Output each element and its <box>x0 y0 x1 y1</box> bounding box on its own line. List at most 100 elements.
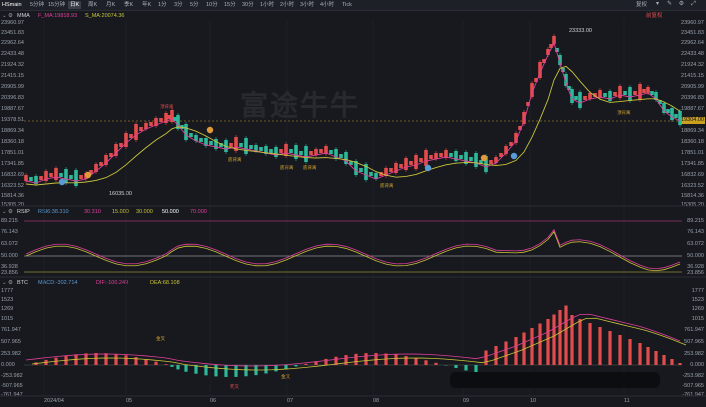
candle-body <box>274 147 278 157</box>
candle-body <box>69 175 73 179</box>
macd-histogram-bar <box>570 315 574 365</box>
candle-body <box>299 151 303 155</box>
macd-histogram-bar <box>404 356 408 365</box>
candle-body <box>666 109 670 113</box>
candle-body <box>249 145 253 149</box>
macd-histogram-bar <box>114 353 118 365</box>
candle-body <box>24 175 28 181</box>
macd-histogram-bar <box>414 357 418 365</box>
rsi-line <box>25 230 681 272</box>
signal-marker <box>424 164 432 172</box>
candle-body <box>74 170 78 186</box>
candle-body <box>642 89 646 93</box>
candle-body <box>54 168 58 180</box>
candle-body <box>399 164 403 168</box>
macd-histogram-bar <box>494 346 498 365</box>
macd-histogram-bar <box>104 353 108 365</box>
macd-histogram-bar <box>264 365 268 374</box>
candle-body <box>149 122 153 126</box>
candle-body <box>429 155 433 159</box>
candle-body <box>259 147 263 151</box>
candle-body <box>29 177 33 181</box>
macd-histogram-bar <box>184 365 188 372</box>
signal-marker <box>480 154 488 162</box>
candle-body <box>99 162 103 166</box>
candle-body <box>638 84 642 100</box>
candle-body <box>314 149 318 155</box>
macd-histogram-bar <box>558 310 562 365</box>
candle-body <box>59 173 63 177</box>
candle-body <box>209 141 213 145</box>
candle-body <box>618 86 622 98</box>
candle-body <box>244 138 248 154</box>
macd-histogram-bar <box>170 365 174 367</box>
candle-body <box>670 108 674 120</box>
candle-body <box>678 111 682 125</box>
candle-body <box>419 158 423 162</box>
macd-histogram-bar <box>284 365 288 370</box>
candle-body <box>319 149 323 153</box>
candle-body <box>583 96 587 100</box>
redacted-area <box>450 372 660 388</box>
macd-histogram-bar <box>304 363 308 365</box>
macd-histogram-bar <box>144 359 148 365</box>
candle-body <box>129 134 133 138</box>
macd-histogram-bar <box>662 355 666 365</box>
candle-body <box>239 143 243 147</box>
macd-histogram-bar <box>244 365 248 377</box>
macd-histogram-bar <box>670 359 674 365</box>
candle-body <box>229 143 233 147</box>
candle-body <box>184 124 188 140</box>
macd-histogram-bar <box>638 343 642 365</box>
slow-ma-line <box>25 65 681 186</box>
candle-body <box>409 161 413 165</box>
macd-histogram-bar <box>514 337 518 365</box>
candle-body <box>159 118 163 122</box>
macd-histogram-bar <box>546 319 550 365</box>
macd-histogram-bar <box>464 365 468 371</box>
macd-histogram-bar <box>484 350 488 365</box>
candle-body <box>359 168 363 172</box>
candle-body <box>434 153 438 159</box>
candle-body <box>49 173 53 177</box>
candle-body <box>439 153 443 157</box>
macd-histogram-bar <box>94 353 98 365</box>
chart-canvas[interactable] <box>0 0 706 407</box>
candle-body <box>199 138 203 142</box>
macd-histogram-bar <box>394 354 398 365</box>
macd-histogram-bar <box>354 353 358 365</box>
signal-marker <box>84 171 92 179</box>
macd-histogram-bar <box>678 363 682 365</box>
dea-line <box>31 317 687 371</box>
candle-body <box>449 153 453 157</box>
candle-body <box>339 154 343 158</box>
candle-body <box>646 87 650 93</box>
macd-histogram-bar <box>454 365 458 369</box>
candle-body <box>424 150 428 166</box>
macd-histogram-bar <box>608 331 612 365</box>
macd-histogram-bar <box>324 358 328 365</box>
macd-histogram-bar <box>474 365 478 373</box>
candle-body <box>474 153 478 167</box>
macd-histogram-bar <box>628 339 632 365</box>
candle-body <box>459 155 463 159</box>
candle-body <box>39 176 43 180</box>
candle-body <box>633 91 637 95</box>
macd-histogram-bar <box>646 347 650 365</box>
candle-body <box>79 175 83 179</box>
macd-histogram-bar <box>164 364 168 365</box>
candle-body <box>279 149 283 153</box>
candle-body <box>309 151 313 155</box>
candle-body <box>134 124 138 140</box>
candle-body <box>628 87 632 101</box>
macd-histogram-bar <box>154 361 158 365</box>
macd-histogram-bar <box>618 335 622 365</box>
candle-body <box>469 157 473 161</box>
macd-histogram-bar <box>364 353 368 365</box>
macd-histogram-bar <box>564 305 568 365</box>
candle-body <box>674 114 678 118</box>
candle-body <box>613 92 617 96</box>
macd-histogram-bar <box>234 365 238 377</box>
candle-body <box>623 91 627 95</box>
candle-body <box>404 158 408 170</box>
